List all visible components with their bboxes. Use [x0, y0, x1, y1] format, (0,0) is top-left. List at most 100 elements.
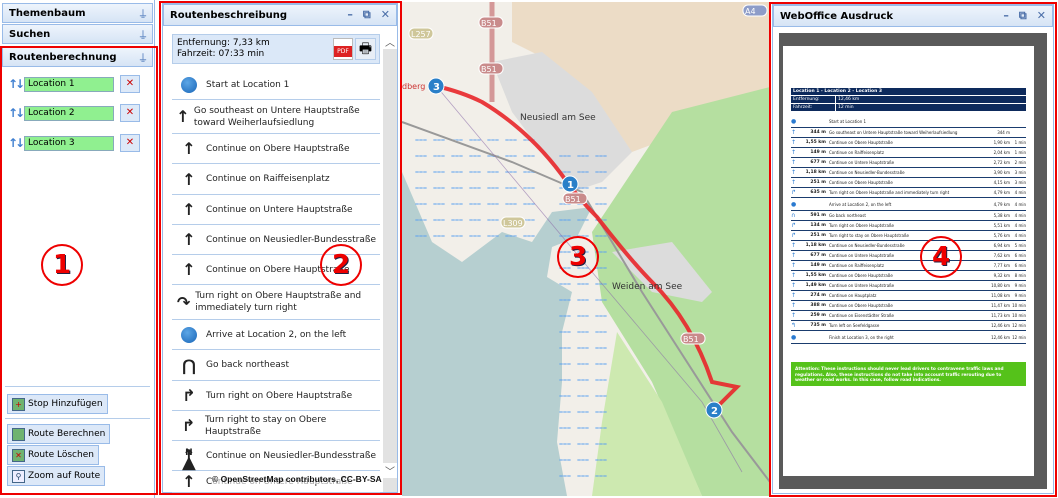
svg-text:⩶: ⩶: [505, 232, 517, 240]
svg-text:⩶: ⩶: [433, 152, 445, 160]
svg-text:⩶: ⩶: [577, 360, 589, 368]
svg-text:⩶: ⩶: [451, 152, 463, 160]
svg-text:⩶: ⩶: [433, 200, 445, 208]
svg-text:⩶: ⩶: [595, 424, 607, 432]
svg-text:⩶: ⩶: [577, 472, 589, 480]
svg-text:⩶: ⩶: [469, 184, 481, 192]
map-label: dberg: [402, 82, 425, 91]
svg-text:⩶: ⩶: [451, 200, 463, 208]
svg-text:⩶: ⩶: [577, 328, 589, 336]
svg-text:⩶: ⩶: [415, 232, 427, 240]
svg-text:⩶: ⩶: [433, 232, 445, 240]
map-label: B51: [565, 195, 581, 204]
svg-text:⩶: ⩶: [595, 376, 607, 384]
svg-text:⩶: ⩶: [595, 280, 607, 288]
svg-text:3: 3: [433, 82, 440, 93]
svg-text:⩶: ⩶: [577, 376, 589, 384]
svg-text:⩶: ⩶: [559, 408, 571, 416]
svg-text:⩶: ⩶: [487, 184, 499, 192]
annotation-box-4: [769, 2, 1057, 497]
svg-text:⩶: ⩶: [415, 168, 427, 176]
svg-text:⩶: ⩶: [577, 280, 589, 288]
svg-text:⩶: ⩶: [451, 168, 463, 176]
svg-text:⩶: ⩶: [559, 360, 571, 368]
map-label: B51: [683, 335, 699, 344]
svg-text:⩶: ⩶: [415, 136, 427, 144]
svg-text:⩶: ⩶: [595, 392, 607, 400]
svg-text:⩶: ⩶: [469, 232, 481, 240]
svg-text:⩶: ⩶: [487, 136, 499, 144]
svg-text:⩶: ⩶: [559, 312, 571, 320]
svg-text:⩶: ⩶: [505, 184, 517, 192]
svg-text:⩶: ⩶: [559, 456, 571, 464]
svg-text:⩶: ⩶: [595, 360, 607, 368]
svg-text:⩶: ⩶: [415, 216, 427, 224]
svg-text:⩶: ⩶: [433, 168, 445, 176]
svg-text:⩶: ⩶: [595, 200, 607, 208]
svg-text:⩶: ⩶: [469, 152, 481, 160]
svg-text:⩶: ⩶: [433, 216, 445, 224]
svg-text:⩶: ⩶: [577, 152, 589, 160]
svg-text:⩶: ⩶: [559, 280, 571, 288]
route-marker-2[interactable]: 2: [705, 401, 723, 419]
svg-text:⩶: ⩶: [487, 232, 499, 240]
svg-text:⩶: ⩶: [559, 424, 571, 432]
svg-text:⩶: ⩶: [559, 344, 571, 352]
svg-text:⩶: ⩶: [559, 216, 571, 224]
svg-text:⩶: ⩶: [559, 440, 571, 448]
svg-text:⩶: ⩶: [595, 344, 607, 352]
svg-text:⩶: ⩶: [523, 152, 535, 160]
annotation-box-2: [159, 1, 402, 495]
svg-text:⩶: ⩶: [415, 184, 427, 192]
suchen-header[interactable]: Suchen ⍊: [2, 24, 153, 44]
map-label: L309: [503, 219, 523, 228]
svg-text:⩶: ⩶: [505, 136, 517, 144]
svg-text:⩶: ⩶: [559, 376, 571, 384]
svg-text:2: 2: [711, 406, 718, 417]
pin-icon[interactable]: ⍊: [140, 29, 146, 40]
svg-text:⩶: ⩶: [577, 440, 589, 448]
svg-text:⩶: ⩶: [595, 152, 607, 160]
svg-text:⩶: ⩶: [595, 168, 607, 176]
map-label: B51: [481, 19, 497, 28]
svg-text:⩶: ⩶: [451, 232, 463, 240]
map-label: L257: [411, 30, 431, 39]
svg-text:⩶: ⩶: [415, 200, 427, 208]
svg-text:⩶: ⩶: [415, 152, 427, 160]
svg-text:⩶: ⩶: [577, 312, 589, 320]
svg-text:⩶: ⩶: [451, 184, 463, 192]
route-marker-3[interactable]: 3: [427, 77, 445, 95]
svg-text:⩶: ⩶: [595, 296, 607, 304]
svg-text:1: 1: [567, 180, 574, 191]
route-marker-1[interactable]: 1: [561, 175, 579, 193]
svg-text:⩶: ⩶: [433, 184, 445, 192]
map-label: B51: [481, 65, 497, 74]
svg-text:⩶: ⩶: [451, 216, 463, 224]
svg-text:⩶: ⩶: [559, 152, 571, 160]
svg-text:⩶: ⩶: [595, 472, 607, 480]
svg-text:⩶: ⩶: [559, 392, 571, 400]
map-label: Neusiedl am See: [520, 113, 596, 123]
svg-text:⩶: ⩶: [505, 200, 517, 208]
svg-text:⩶: ⩶: [487, 200, 499, 208]
annotation-circle-2: 2: [320, 244, 362, 286]
svg-text:⩶: ⩶: [469, 200, 481, 208]
svg-text:⩶: ⩶: [595, 408, 607, 416]
svg-text:⩶: ⩶: [595, 312, 607, 320]
suchen-title: Suchen: [9, 28, 51, 40]
svg-text:⩶: ⩶: [595, 456, 607, 464]
svg-text:⩶: ⩶: [577, 408, 589, 416]
svg-text:⩶: ⩶: [559, 472, 571, 480]
svg-text:⩶: ⩶: [595, 184, 607, 192]
svg-text:⩶: ⩶: [523, 184, 535, 192]
svg-text:⩶: ⩶: [577, 456, 589, 464]
svg-text:⩶: ⩶: [577, 168, 589, 176]
svg-text:⩶: ⩶: [487, 168, 499, 176]
svg-text:⩶: ⩶: [469, 216, 481, 224]
svg-text:⩶: ⩶: [505, 152, 517, 160]
annotation-circle-3: 3: [557, 236, 599, 278]
svg-text:⩶: ⩶: [559, 296, 571, 304]
themenbaum-header[interactable]: Themenbaum ⍊: [2, 3, 153, 23]
pin-icon[interactable]: ⍊: [140, 8, 146, 19]
svg-text:⩶: ⩶: [595, 440, 607, 448]
